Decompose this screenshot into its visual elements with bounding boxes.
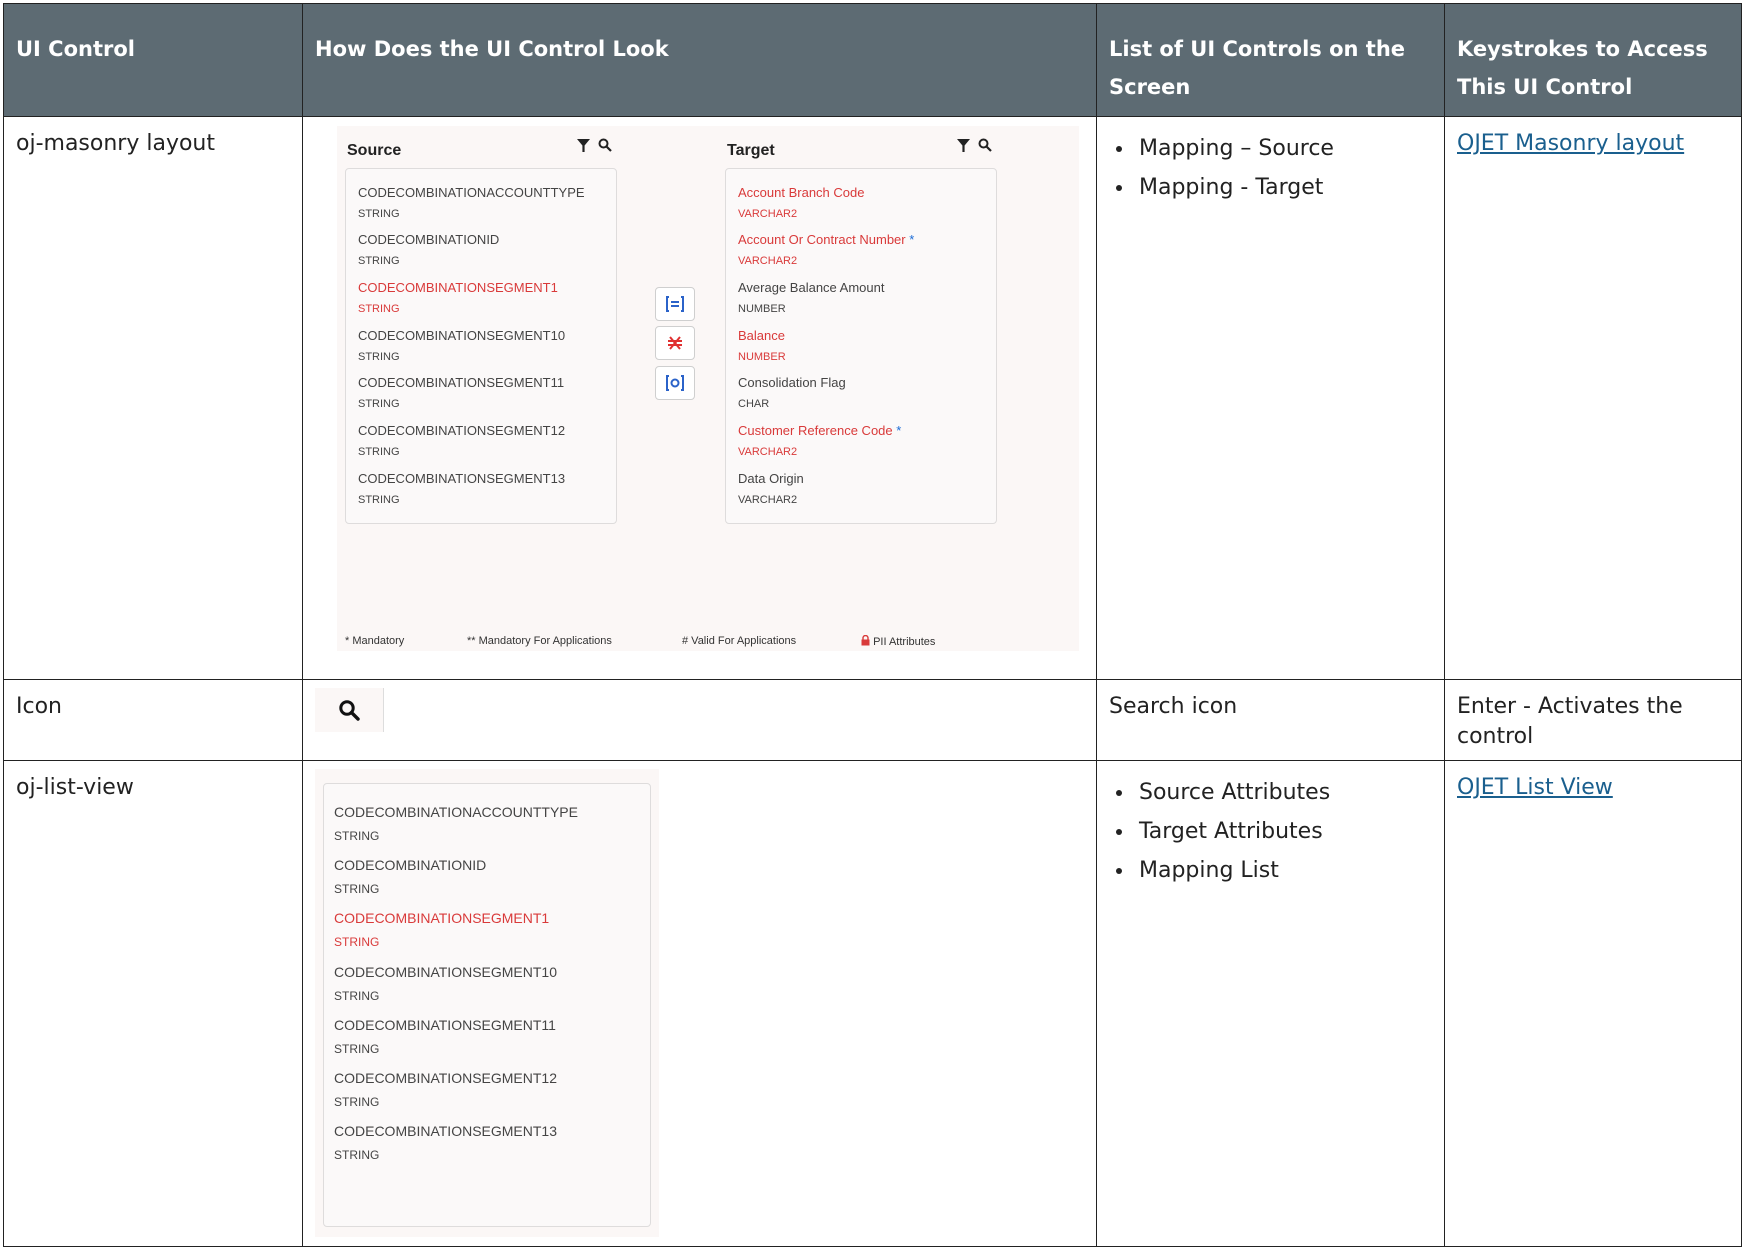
cell-image: Source Target CODECOMBINATIONACCOUNTTYPE… [302, 116, 1097, 680]
search-icon[interactable] [978, 138, 992, 156]
list-view-screenshot: CODECOMBINATIONACCOUNTTYPE STRING CODECOM… [315, 769, 659, 1237]
filter-icon[interactable] [577, 139, 594, 156]
legend-pii: PII Attributes [861, 634, 935, 648]
map-icon [666, 296, 684, 312]
cell-list: Search icon [1096, 679, 1445, 761]
filter-icon[interactable] [957, 139, 974, 156]
list-item[interactable]: CODECOMBINATIONACCOUNTTYPE STRING [358, 185, 585, 220]
list-item: Mapping List [1135, 851, 1444, 890]
list-item[interactable]: CODECOMBINATIONACCOUNTTYPE STRING [334, 804, 578, 843]
list-item[interactable]: CODECOMBINATIONSEGMENT1 STRING [334, 910, 549, 949]
cell-image: CODECOMBINATIONACCOUNTTYPE STRING CODECOM… [302, 760, 1097, 1247]
mandatory-star: * [896, 423, 902, 438]
list-item[interactable]: CODECOMBINATIONSEGMENT11 STRING [334, 1017, 556, 1056]
table-row: oj-masonry layout Source Target CODECOMB… [3, 116, 1742, 680]
list-item[interactable]: CODECOMBINATIONSEGMENT10 STRING [358, 328, 565, 363]
search-icon[interactable] [598, 138, 612, 156]
masonry-layout-screenshot: Source Target CODECOMBINATIONACCOUNTTYPE… [337, 126, 1079, 651]
source-attribute-list[interactable]: CODECOMBINATIONACCOUNTTYPE STRING CODECOM… [345, 168, 617, 524]
list-item[interactable]: CODECOMBINATIONID STRING [334, 857, 486, 896]
cell-control: Icon [3, 679, 303, 761]
cell-list: Mapping – Source Mapping - Target [1096, 116, 1445, 680]
list-item: Mapping – Source [1135, 129, 1444, 168]
ojet-list-view-link[interactable]: OJET List View [1457, 775, 1613, 800]
list-item: Mapping - Target [1135, 168, 1444, 207]
map-button[interactable] [655, 287, 695, 321]
lock-icon [861, 634, 870, 646]
list-item[interactable]: CODECOMBINATIONSEGMENT12 STRING [334, 1070, 557, 1109]
legend-mandatory: * Mandatory [345, 635, 405, 647]
table-row: Icon Search icon Enter - Activates the c… [3, 679, 1742, 761]
list-item[interactable]: CODECOMBINATIONSEGMENT13 STRING [358, 471, 565, 506]
controls-list: Source Attributes Target Attributes Mapp… [1097, 761, 1444, 890]
target-title: Target [727, 142, 775, 159]
table-row: oj-list-view CODECOMBINATIONACCOUNTTYPE S… [3, 760, 1742, 1247]
ojet-masonry-layout-link[interactable]: OJET Masonry layout [1457, 131, 1684, 156]
auto-map-icon [666, 375, 684, 391]
mandatory-star: * [909, 232, 915, 247]
source-toolbar [577, 138, 612, 156]
target-attribute-list[interactable]: Account Branch Code VARCHAR2 Account Or C… [725, 168, 997, 524]
header-how-it-looks: How Does the UI Control Look [302, 3, 1097, 117]
list-item: Target Attributes [1135, 812, 1444, 851]
list-item[interactable]: CODECOMBINATIONSEGMENT13 STRING [334, 1123, 557, 1162]
cell-list: Source Attributes Target Attributes Mapp… [1096, 760, 1445, 1247]
ui-controls-table: UI Control How Does the UI Control Look … [3, 3, 1742, 1247]
cell-control: oj-list-view [3, 760, 303, 1247]
controls-list: Mapping – Source Mapping - Target [1097, 117, 1444, 207]
list-item[interactable]: Balance NUMBER [738, 328, 786, 363]
list-item[interactable]: Account Branch Code VARCHAR2 [738, 185, 864, 220]
list-item: Source Attributes [1135, 773, 1444, 812]
legend-valid-apps: # Valid For Applications [682, 635, 797, 647]
header-list-of-controls: List of UI Controls on the Screen [1096, 3, 1445, 117]
cell-keystrokes: OJET List View [1444, 760, 1742, 1247]
attribute-list-view[interactable]: CODECOMBINATIONACCOUNTTYPE STRING CODECOM… [323, 783, 651, 1227]
cell-image [302, 679, 1097, 761]
header-row: UI Control How Does the UI Control Look … [3, 3, 1742, 117]
unmap-button[interactable] [655, 326, 695, 360]
cell-control: oj-masonry layout [3, 116, 303, 680]
list-item[interactable]: CODECOMBINATIONSEGMENT12 STRING [358, 423, 565, 458]
cell-keystrokes: OJET Masonry layout [1444, 116, 1742, 680]
list-item[interactable]: Customer Reference Code * VARCHAR2 [738, 423, 901, 458]
search-icon-screenshot [315, 688, 384, 732]
list-item[interactable]: Consolidation Flag CHAR [738, 375, 846, 410]
cell-keystrokes: Enter - Activates the control [1444, 679, 1742, 761]
list-item[interactable]: CODECOMBINATIONID STRING [358, 232, 499, 267]
search-icon[interactable] [338, 699, 360, 721]
legend-mandatory-apps: ** Mandatory For Applications [467, 635, 612, 647]
list-item[interactable]: Average Balance Amount NUMBER [738, 280, 884, 315]
source-title: Source [347, 142, 402, 159]
list-item[interactable]: Data Origin VARCHAR2 [738, 471, 804, 506]
auto-map-button[interactable] [655, 366, 695, 400]
unmap-icon [668, 336, 682, 350]
target-toolbar [957, 138, 992, 156]
list-item[interactable]: CODECOMBINATIONSEGMENT10 STRING [334, 964, 557, 1003]
list-item[interactable]: CODECOMBINATIONSEGMENT1 STRING [358, 280, 558, 315]
header-ui-control: UI Control [3, 3, 303, 117]
list-item[interactable]: Account Or Contract Number * VARCHAR2 [738, 232, 914, 267]
header-keystrokes: Keystrokes to Access This UI Control [1444, 3, 1742, 117]
list-item[interactable]: CODECOMBINATIONSEGMENT11 STRING [358, 375, 564, 410]
